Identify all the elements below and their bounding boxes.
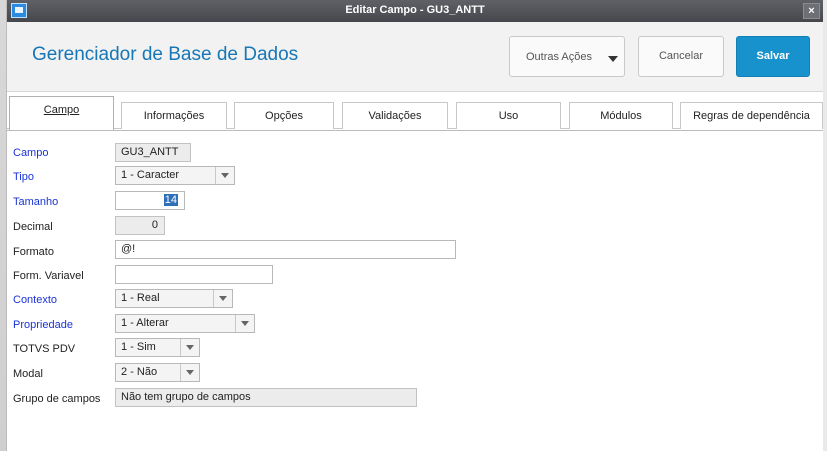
tamanho-field[interactable]: 14 — [115, 191, 185, 210]
tab-label: Informações — [143, 110, 205, 122]
tipo-value: 1 - Caracter — [121, 169, 180, 181]
contexto-value: 1 - Real — [121, 292, 160, 304]
chevron-down-icon — [180, 364, 199, 381]
propriedade-label: Propriedade — [13, 319, 73, 331]
tab-label: Validações — [368, 110, 422, 122]
window-left-border — [0, 0, 7, 451]
window-titlebar: Editar Campo - GU3_ANTT × — [7, 0, 823, 22]
outras-acoes-label: Outras Ações — [525, 51, 593, 63]
chevron-down-icon — [235, 315, 254, 332]
tab-validacoes[interactable]: Validações — [342, 102, 448, 129]
grupo-campos-field[interactable]: Não tem grupo de campos — [115, 388, 417, 407]
tab-campo[interactable]: Campo — [9, 96, 114, 130]
tipo-select[interactable]: 1 - Caracter — [115, 166, 235, 185]
formato-label: Formato — [13, 246, 54, 258]
tipo-label: Tipo — [13, 171, 34, 183]
close-icon[interactable]: × — [803, 3, 820, 19]
tab-label: Opções — [265, 110, 303, 122]
tamanho-label: Tamanho — [13, 196, 59, 208]
tamanho-value: 14 — [163, 194, 178, 206]
propriedade-value: 1 - Alterar — [121, 317, 169, 329]
form-variavel-label: Form. Variavel — [13, 270, 84, 282]
contexto-select[interactable]: 1 - Real — [115, 289, 233, 308]
cancel-button[interactable]: Cancelar — [638, 36, 724, 77]
totvs-pdv-select[interactable]: 1 - Sim — [115, 338, 200, 357]
propriedade-select[interactable]: 1 - Alterar — [115, 314, 255, 333]
grupo-campos-label: Grupo de campos — [13, 393, 101, 405]
tab-bar: Campo Informações Opções Validações Uso … — [7, 92, 823, 130]
tab-label: Regras de dependência — [693, 110, 810, 122]
tab-label: Módulos — [600, 110, 642, 122]
modal-select[interactable]: 2 - Não — [115, 363, 200, 382]
totvs-pdv-label: TOTVS PDV — [13, 343, 76, 355]
chevron-down-icon — [608, 56, 618, 62]
contexto-label: Contexto — [13, 294, 58, 306]
window-right-border — [823, 0, 827, 451]
tab-label: Uso — [498, 110, 519, 122]
modal-value: 2 - Não — [121, 366, 158, 378]
tab-informacoes[interactable]: Informações — [121, 102, 227, 129]
page-header: Gerenciador de Base de Dados Outras Açõe… — [7, 22, 823, 92]
totvs-pdv-value: 1 - Sim — [121, 341, 156, 353]
campo-field[interactable]: GU3_ANTT — [115, 143, 191, 162]
chevron-down-icon — [215, 167, 234, 184]
campo-form: Campo GU3_ANTT Tipo 1 - Caracter Tamanho… — [7, 130, 823, 451]
tab-label: Campo — [43, 104, 80, 116]
chevron-down-icon — [180, 339, 199, 356]
tab-uso[interactable]: Uso — [456, 102, 561, 129]
form-variavel-field[interactable] — [115, 265, 273, 284]
tab-opcoes[interactable]: Opções — [234, 102, 334, 129]
decimal-field[interactable]: 0 — [115, 216, 165, 235]
chevron-down-icon — [213, 290, 232, 307]
save-button[interactable]: Salvar — [736, 36, 810, 77]
modal-label: Modal — [13, 368, 43, 380]
page-title: Gerenciador de Base de Dados — [32, 44, 299, 65]
formato-field[interactable]: @! — [115, 240, 456, 259]
tab-regras-dependencia[interactable]: Regras de dependência — [680, 102, 823, 129]
outras-acoes-button[interactable]: Outras Ações — [509, 36, 625, 77]
window-title: Editar Campo - GU3_ANTT — [345, 4, 485, 16]
decimal-label: Decimal — [13, 221, 53, 233]
campo-label: Campo — [13, 147, 49, 159]
tab-modulos[interactable]: Módulos — [569, 102, 673, 129]
